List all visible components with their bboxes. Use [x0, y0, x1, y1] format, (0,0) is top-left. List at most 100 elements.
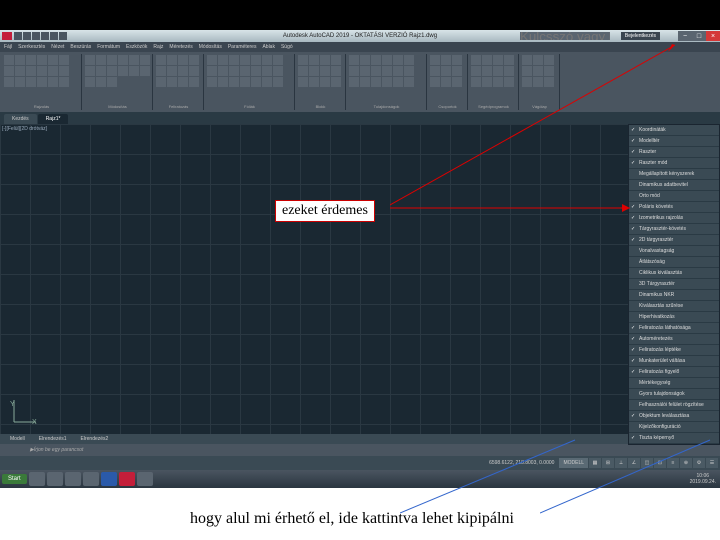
- menu-item[interactable]: Rajz: [153, 44, 163, 50]
- view-label[interactable]: [-][Felül][2D drótváz]: [2, 126, 47, 132]
- ribbon-btn[interactable]: [441, 66, 451, 76]
- menu-item[interactable]: Ablak: [262, 44, 275, 50]
- taskbar-btn[interactable]: [29, 472, 45, 486]
- context-item[interactable]: 3D Tárgyrasztér: [629, 279, 719, 290]
- ribbon-btn[interactable]: [504, 55, 514, 65]
- ribbon-btn[interactable]: [207, 77, 217, 87]
- ribbon-btn[interactable]: [298, 66, 308, 76]
- ribbon-btn[interactable]: [298, 55, 308, 65]
- context-item[interactable]: Hiperhivatkozás: [629, 312, 719, 323]
- ribbon-btn[interactable]: [360, 55, 370, 65]
- context-item[interactable]: Kiválasztás szűrése: [629, 301, 719, 312]
- status-btn[interactable]: ⊕: [680, 458, 692, 468]
- ribbon-btn[interactable]: [167, 55, 177, 65]
- qat-btn[interactable]: [50, 32, 58, 40]
- ribbon-btn[interactable]: [156, 66, 166, 76]
- ribbon-btn[interactable]: [471, 55, 481, 65]
- ribbon-btn[interactable]: [471, 77, 481, 87]
- context-item[interactable]: Tiszta képernyő: [629, 433, 719, 444]
- ribbon-btn[interactable]: [156, 77, 166, 87]
- ribbon-btn[interactable]: [240, 55, 250, 65]
- taskbar-word[interactable]: [101, 472, 117, 486]
- ribbon-btn[interactable]: [218, 77, 228, 87]
- ribbon-btn[interactable]: [251, 55, 261, 65]
- context-item[interactable]: Felhasználói felület rögzítése: [629, 400, 719, 411]
- context-item[interactable]: Dinamikus NKR: [629, 290, 719, 301]
- ribbon-btn[interactable]: [207, 66, 217, 76]
- menu-item[interactable]: Beszúrás: [70, 44, 91, 50]
- ribbon-btn[interactable]: [273, 55, 283, 65]
- qat-btn[interactable]: [23, 32, 31, 40]
- ribbon-btn[interactable]: [26, 77, 36, 87]
- coordinates[interactable]: 6598.6122, 218.8003, 0.0000: [489, 460, 554, 466]
- ribbon-btn[interactable]: [371, 77, 381, 87]
- ribbon-btn[interactable]: [452, 55, 462, 65]
- ribbon-btn[interactable]: [229, 77, 239, 87]
- ribbon-btn[interactable]: [218, 66, 228, 76]
- ribbon-btn[interactable]: [129, 55, 139, 65]
- ribbon-btn[interactable]: [178, 66, 188, 76]
- context-item[interactable]: Feliratozás figyelő: [629, 367, 719, 378]
- ribbon-btn[interactable]: [37, 66, 47, 76]
- ribbon-btn[interactable]: [156, 55, 166, 65]
- taskbar-btn[interactable]: [65, 472, 81, 486]
- status-btn[interactable]: ⊡: [654, 458, 666, 468]
- context-item[interactable]: Koordináták: [629, 125, 719, 136]
- ribbon-btn[interactable]: [360, 66, 370, 76]
- ribbon-btn[interactable]: [482, 77, 492, 87]
- layout-tab[interactable]: Elrendezés1: [33, 435, 73, 443]
- user-login[interactable]: Bejelentkezés: [621, 32, 660, 40]
- ribbon-btn[interactable]: [331, 55, 341, 65]
- ribbon-btn[interactable]: [15, 55, 25, 65]
- ribbon-btn[interactable]: [262, 55, 272, 65]
- qat-btn[interactable]: [32, 32, 40, 40]
- ribbon-btn[interactable]: [107, 77, 117, 87]
- menu-item[interactable]: Eszközök: [126, 44, 147, 50]
- ribbon-btn[interactable]: [382, 77, 392, 87]
- ribbon-btn[interactable]: [544, 77, 554, 87]
- status-btn[interactable]: ⚙: [693, 458, 705, 468]
- ribbon-btn[interactable]: [309, 55, 319, 65]
- qat-btn[interactable]: [14, 32, 22, 40]
- ribbon-btn[interactable]: [522, 77, 532, 87]
- status-btn[interactable]: ◫: [641, 458, 653, 468]
- ribbon-btn[interactable]: [85, 66, 95, 76]
- taskbar-btn[interactable]: [83, 472, 99, 486]
- ribbon-btn[interactable]: [349, 77, 359, 87]
- ribbon-btn[interactable]: [251, 77, 261, 87]
- ribbon-btn[interactable]: [167, 66, 177, 76]
- context-item[interactable]: Kijelzőkonfiguráció: [629, 422, 719, 433]
- ribbon-btn[interactable]: [229, 55, 239, 65]
- ribbon-btn[interactable]: [482, 55, 492, 65]
- context-item[interactable]: Izometrikus rajzolás: [629, 213, 719, 224]
- ribbon-btn[interactable]: [393, 55, 403, 65]
- ribbon-btn[interactable]: [262, 77, 272, 87]
- menu-item[interactable]: Paraméteres: [228, 44, 257, 50]
- ribbon-btn[interactable]: [371, 66, 381, 76]
- ribbon-btn[interactable]: [533, 55, 543, 65]
- ribbon-btn[interactable]: [320, 66, 330, 76]
- ribbon-btn[interactable]: [4, 55, 14, 65]
- context-item[interactable]: Objektum leválasztása: [629, 411, 719, 422]
- ribbon-btn[interactable]: [273, 77, 283, 87]
- ribbon-btn[interactable]: [48, 77, 58, 87]
- drawing-canvas[interactable]: [-][Felül][2D drótváz] YX KoordinátákMod…: [0, 124, 720, 434]
- ribbon-btn[interactable]: [26, 66, 36, 76]
- ribbon-btn[interactable]: [189, 66, 199, 76]
- app-icon[interactable]: [2, 32, 12, 40]
- context-item[interactable]: Átlátszóság: [629, 257, 719, 268]
- ribbon-btn[interactable]: [471, 66, 481, 76]
- ribbon-btn[interactable]: [533, 66, 543, 76]
- ribbon-btn[interactable]: [15, 77, 25, 87]
- ribbon-btn[interactable]: [59, 66, 69, 76]
- ribbon-btn[interactable]: [4, 77, 14, 87]
- ribbon-btn[interactable]: [240, 66, 250, 76]
- ribbon-btn[interactable]: [452, 77, 462, 87]
- ribbon-btn[interactable]: [178, 77, 188, 87]
- status-btn[interactable]: ▦: [589, 458, 601, 468]
- ribbon-btn[interactable]: [48, 55, 58, 65]
- context-item[interactable]: Megállapított kényszerek: [629, 169, 719, 180]
- ribbon-btn[interactable]: [96, 55, 106, 65]
- menu-item[interactable]: Formátum: [97, 44, 120, 50]
- context-item[interactable]: Dinamikus adatbevitel: [629, 180, 719, 191]
